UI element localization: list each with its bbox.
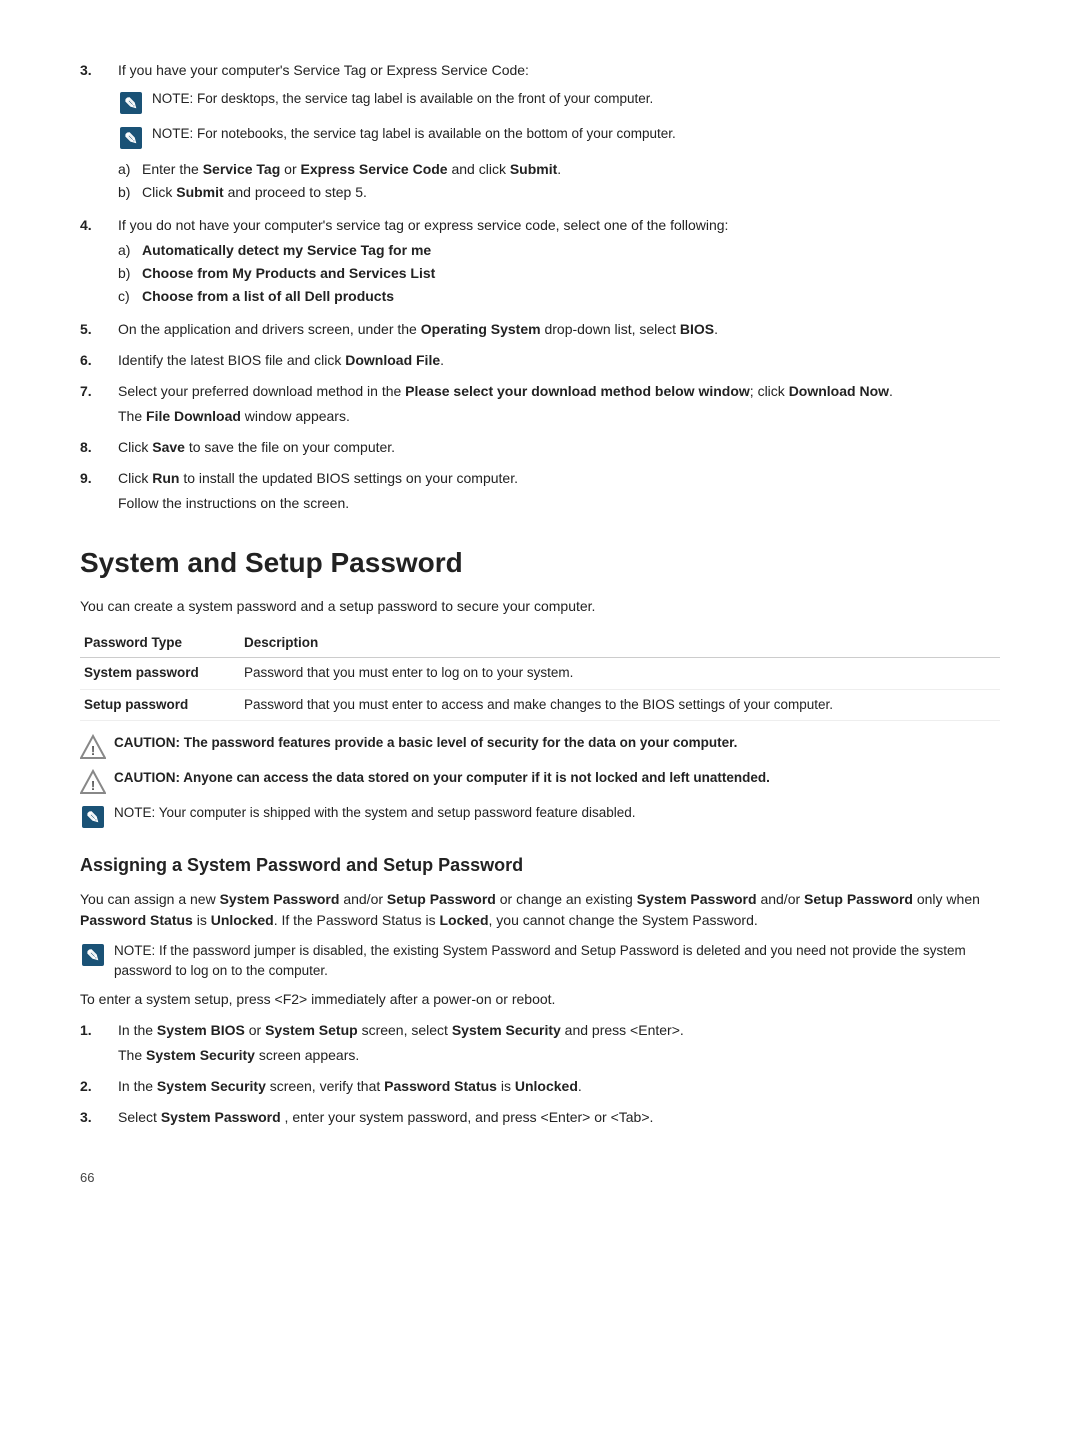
note-desktops-text: NOTE: For desktops, the service tag labe… [152, 89, 1000, 109]
assign-step-3-text: Select System Password , enter your syst… [118, 1109, 653, 1125]
note-icon-shipped: ✎ [80, 804, 106, 830]
section-title: System and Setup Password [80, 542, 1000, 584]
step-7-extra: The File Download window appears. [118, 406, 1000, 427]
assign-step-3-num: 3. [80, 1107, 118, 1128]
sub-step-4b: b) Choose from My Products and Services … [118, 263, 1000, 284]
step-3-num: 3. [80, 60, 118, 81]
table-cell-system-type: System password [80, 658, 240, 689]
step-5-num: 5. [80, 319, 118, 340]
step-8: 8. Click Save to save the file on your c… [80, 437, 1000, 458]
step-3: 3. If you have your computer's Service T… [80, 60, 1000, 205]
step-9-num: 9. [80, 468, 118, 489]
table-header-desc: Description [240, 629, 1000, 658]
assign-step-3: 3. Select System Password , enter your s… [80, 1107, 1000, 1128]
step-9-extra: Follow the instructions on the screen. [118, 493, 1000, 514]
step-4-text: If you do not have your computer's servi… [118, 217, 728, 233]
svg-text:!: ! [91, 778, 95, 793]
sub-step-4c: c) Choose from a list of all Dell produc… [118, 286, 1000, 307]
svg-text:✎: ✎ [86, 948, 99, 965]
step-6: 6. Identify the latest BIOS file and cli… [80, 350, 1000, 371]
svg-text:!: ! [91, 743, 95, 758]
note-desktops: ✎ NOTE: For desktops, the service tag la… [118, 89, 1000, 116]
page-number: 66 [80, 1168, 1000, 1188]
setup-intro: To enter a system setup, press <F2> imme… [80, 989, 1000, 1010]
note-jumper-text: NOTE: If the password jumper is disabled… [114, 941, 1000, 982]
assign-step-2-num: 2. [80, 1076, 118, 1097]
sub-step-3b: b) Click Submit and proceed to step 5. [118, 182, 1000, 203]
subsection-title: Assigning a System Password and Setup Pa… [80, 852, 1000, 879]
table-cell-system-desc: Password that you must enter to log on t… [240, 658, 1000, 689]
step-6-num: 6. [80, 350, 118, 371]
note-icon-desktops: ✎ [118, 90, 144, 116]
step-7: 7. Select your preferred download method… [80, 381, 1000, 427]
sub-step-4a: a) Automatically detect my Service Tag f… [118, 240, 1000, 261]
step-9-text: Click Run to install the updated BIOS se… [118, 470, 518, 486]
svg-text:✎: ✎ [124, 131, 137, 148]
step-4: 4. If you do not have your computer's se… [80, 215, 1000, 309]
note-icon-notebooks: ✎ [118, 125, 144, 151]
svg-text:✎: ✎ [124, 96, 137, 113]
table-cell-setup-desc: Password that you must enter to access a… [240, 689, 1000, 720]
svg-text:✎: ✎ [86, 810, 99, 827]
assign-step-1: 1. In the System BIOS or System Setup sc… [80, 1020, 1000, 1066]
sub-step-3a: a) Enter the Service Tag or Express Serv… [118, 159, 1000, 180]
table-row-setup: Setup password Password that you must en… [80, 689, 1000, 720]
note-shipped-text: NOTE: Your computer is shipped with the … [114, 803, 1000, 823]
caution-2: ! CAUTION: Anyone can access the data st… [80, 768, 1000, 795]
step-8-num: 8. [80, 437, 118, 458]
assign-step-1-text: In the System BIOS or System Setup scree… [118, 1022, 684, 1038]
subsection-intro: You can assign a new System Password and… [80, 889, 1000, 931]
note-notebooks-text: NOTE: For notebooks, the service tag lab… [152, 124, 1000, 144]
assign-step-1-extra: The System Security screen appears. [118, 1045, 1000, 1066]
password-table: Password Type Description System passwor… [80, 629, 1000, 721]
table-cell-setup-type: Setup password [80, 689, 240, 720]
step-5: 5. On the application and drivers screen… [80, 319, 1000, 340]
note-jumper: ✎ NOTE: If the password jumper is disabl… [80, 941, 1000, 982]
step-5-text: On the application and drivers screen, u… [118, 321, 718, 337]
caution-1-text: CAUTION: The password features provide a… [114, 733, 1000, 753]
step-9: 9. Click Run to install the updated BIOS… [80, 468, 1000, 514]
caution-1: ! CAUTION: The password features provide… [80, 733, 1000, 760]
step-7-num: 7. [80, 381, 118, 402]
note-shipped: ✎ NOTE: Your computer is shipped with th… [80, 803, 1000, 830]
step-8-text: Click Save to save the file on your comp… [118, 439, 395, 455]
assign-step-2-text: In the System Security screen, verify th… [118, 1078, 582, 1094]
note-icon-jumper: ✎ [80, 942, 106, 968]
assign-step-1-num: 1. [80, 1020, 118, 1041]
note-notebooks: ✎ NOTE: For notebooks, the service tag l… [118, 124, 1000, 151]
caution-icon-1: ! [80, 734, 106, 760]
caution-icon-2: ! [80, 769, 106, 795]
table-row-system: System password Password that you must e… [80, 658, 1000, 689]
step-4-num: 4. [80, 215, 118, 236]
step-3-text: If you have your computer's Service Tag … [118, 62, 529, 78]
assign-step-2: 2. In the System Security screen, verify… [80, 1076, 1000, 1097]
step-7-text: Select your preferred download method in… [118, 383, 893, 399]
section-intro: You can create a system password and a s… [80, 596, 1000, 617]
table-header-type: Password Type [80, 629, 240, 658]
step-6-text: Identify the latest BIOS file and click … [118, 352, 444, 368]
caution-2-text: CAUTION: Anyone can access the data stor… [114, 768, 1000, 788]
